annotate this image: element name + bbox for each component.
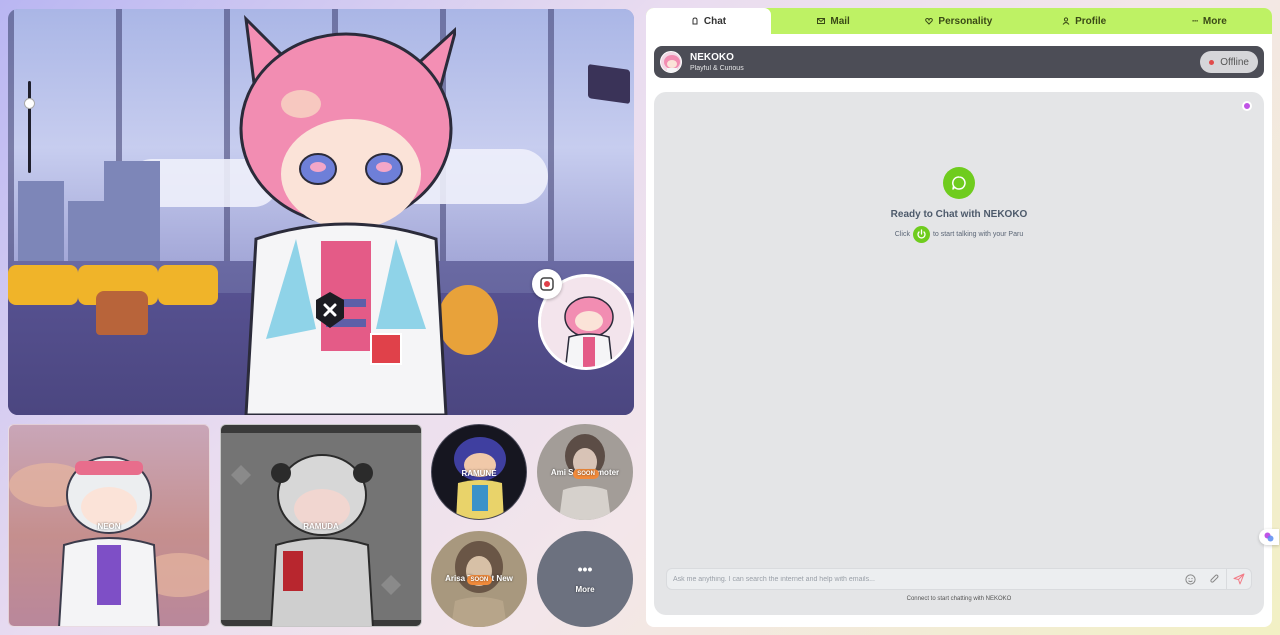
status-dot [1209, 59, 1215, 65]
character-card-neon[interactable]: NEON [8, 424, 210, 627]
avatar-illustration [664, 55, 680, 72]
character-header: NEKOKO Playful & Curious Offline [654, 46, 1264, 78]
soon-badge: SOON [466, 575, 493, 585]
zoom-slider-track[interactable] [28, 81, 31, 173]
connection-hint: Connect to start chatting with NEKOKO [906, 596, 1012, 602]
ellipsis-icon: ··· [1191, 16, 1199, 26]
hand-icon [692, 17, 698, 25]
city-building [104, 160, 160, 261]
power-icon[interactable] [912, 226, 930, 243]
assistant-launcher-icon[interactable] [1259, 529, 1279, 545]
tab-label: Personality [938, 15, 993, 27]
character-subtitle: Playful & Curious [690, 65, 744, 72]
send-icon[interactable] [1227, 568, 1251, 590]
avatar[interactable] [660, 51, 682, 73]
character-name: NEKOKO [690, 52, 734, 63]
character-name-arisa: Arisa ToSOONent New [445, 574, 513, 585]
message-composer [666, 568, 1252, 590]
tab-bar: Chat Mail Personality Profile ··· More [646, 8, 1272, 34]
heart-icon [925, 17, 934, 25]
side-panel: Chat Mail Personality Profile ··· More N… [646, 8, 1272, 627]
chat-bubble-icon [943, 167, 975, 199]
tab-personality[interactable]: Personality [896, 8, 1021, 34]
indicator-dot[interactable] [1242, 101, 1252, 111]
tab-label: More [1202, 15, 1227, 27]
main-character-scene[interactable] [8, 9, 634, 415]
tab-label: Profile [1075, 15, 1107, 27]
character-name-ramune: RAMUNE [461, 469, 497, 478]
bench-seat [8, 265, 78, 305]
city-building [18, 180, 64, 261]
tab-profile[interactable]: Profile [1022, 8, 1147, 34]
hint-after: to start talking with your Paru [932, 231, 1024, 238]
status-label: Offline [1220, 56, 1249, 68]
camera-location-icon[interactable] [532, 269, 562, 299]
character-name-neon: NEON [97, 522, 121, 531]
chat-area: Ready to Chat with NEKOKO Click to start… [654, 92, 1264, 615]
character-card-ami[interactable]: Ami SpoSOONromoter [537, 424, 633, 520]
character-name-ramuda: RAMUDA [303, 522, 339, 531]
emoji-icon[interactable] [1178, 568, 1202, 590]
character-info: NEKOKO Playful & Curious [690, 52, 744, 72]
attachment-icon[interactable] [1202, 568, 1226, 590]
tab-chat[interactable]: Chat [646, 8, 771, 34]
ellipsis-icon: ••• [577, 561, 593, 577]
message-input[interactable] [667, 575, 1178, 583]
bench-seat [158, 265, 218, 305]
tab-more[interactable]: ··· More [1147, 8, 1272, 34]
soon-badge: SOON [573, 469, 599, 479]
handbag [96, 291, 148, 335]
character-card-ramuda[interactable]: RAMUDA [220, 424, 422, 627]
character-card-arisa[interactable]: Arisa ToSOONent New [431, 531, 527, 627]
city-building [68, 200, 108, 261]
hint-before: Click [894, 231, 910, 238]
tab-label: Mail [830, 15, 850, 27]
nekoko-character[interactable] [226, 9, 456, 415]
more-label: More [575, 585, 595, 594]
empty-state-title: Ready to Chat with NEKOKO [890, 209, 1028, 220]
character-name-ami: Ami SpoSOONromoter [550, 468, 620, 479]
close-x-icon[interactable] [316, 292, 344, 328]
tab-mail[interactable]: Mail [771, 8, 896, 34]
user-icon [1062, 17, 1070, 25]
mail-icon [817, 18, 826, 24]
status-button[interactable]: Offline [1200, 51, 1258, 73]
empty-state-hint: Click to start talking with your Paru [654, 226, 1264, 243]
hanging-sign [588, 64, 630, 104]
character-card-ramune[interactable]: RAMUNE [431, 424, 527, 520]
zoom-slider-handle[interactable] [24, 98, 35, 109]
more-characters-button[interactable]: ••• More [537, 531, 633, 627]
tab-label: Chat [703, 15, 727, 27]
